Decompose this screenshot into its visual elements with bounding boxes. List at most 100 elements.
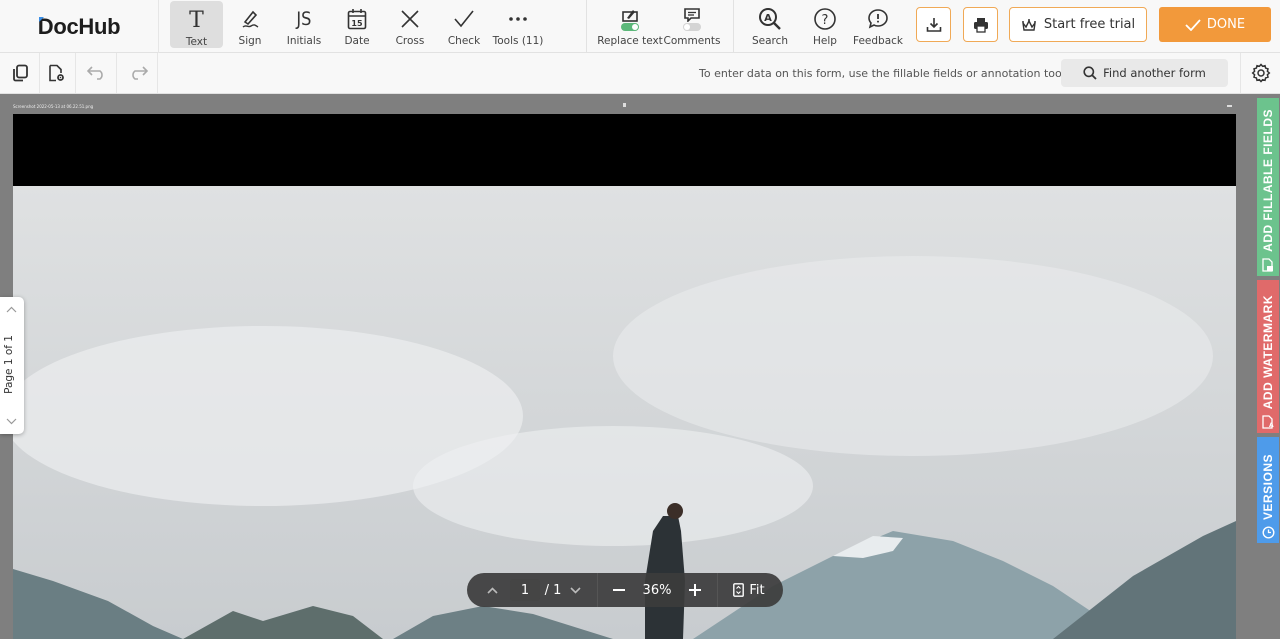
search-button[interactable]: A Search bbox=[750, 0, 790, 53]
tool-label: Feedback bbox=[852, 35, 903, 47]
chevron-down-icon bbox=[569, 586, 581, 594]
black-band bbox=[13, 114, 1236, 186]
find-label: Find another form bbox=[1103, 66, 1206, 80]
zoom-in-button[interactable] bbox=[684, 573, 706, 607]
tool-more[interactable]: Tools (11) bbox=[492, 0, 544, 53]
more-icon bbox=[508, 6, 528, 32]
crown-icon bbox=[1021, 18, 1036, 31]
plus-icon bbox=[689, 584, 701, 596]
redo-icon bbox=[131, 66, 148, 80]
document-settings-button[interactable] bbox=[36, 53, 76, 93]
feedback-button[interactable]: Feedback bbox=[852, 0, 904, 53]
tool-sign[interactable]: Sign bbox=[228, 0, 272, 53]
fit-button[interactable]: Fit bbox=[729, 573, 769, 607]
cross-icon bbox=[400, 6, 420, 32]
tool-label: Search bbox=[751, 35, 789, 47]
redo-button[interactable] bbox=[118, 53, 158, 93]
initials-icon: JS bbox=[295, 6, 313, 32]
page-marker bbox=[623, 103, 626, 107]
toggle-on bbox=[621, 22, 639, 31]
minus-icon bbox=[613, 589, 625, 591]
next-page-button[interactable] bbox=[567, 573, 583, 607]
fit-label: Fit bbox=[749, 582, 765, 598]
watermark-icon: A bbox=[1262, 415, 1274, 429]
find-another-form-button[interactable]: Find another form bbox=[1061, 59, 1228, 87]
tool-label: Check bbox=[447, 35, 481, 47]
zoom-toolbar: 1 / 1 36% Fit bbox=[467, 573, 783, 607]
initials-glyph: JS bbox=[296, 8, 312, 30]
tool-text[interactable]: T Text bbox=[170, 1, 223, 48]
versions-tab[interactable]: VERSIONS bbox=[1257, 437, 1279, 543]
document-filename: Screenshot 2022-05-13 at 06.22.51.png bbox=[13, 104, 94, 109]
download-icon bbox=[926, 17, 941, 32]
help-button[interactable]: ? Help bbox=[806, 0, 844, 53]
secondary-toolbar: To enter data on this form, use the fill… bbox=[0, 53, 1280, 94]
add-watermark-tab[interactable]: ADD WATERMARK A bbox=[1257, 280, 1279, 433]
page-menu-handle[interactable] bbox=[1227, 105, 1232, 107]
tool-label: Help bbox=[813, 35, 837, 47]
fillable-fields-icon bbox=[1262, 258, 1273, 272]
tab-label: ADD WATERMARK bbox=[1261, 294, 1275, 409]
tool-initials[interactable]: JS Initials bbox=[280, 0, 328, 53]
logo-accent-icon bbox=[39, 17, 44, 22]
page-navigator: Page 1 of 1 bbox=[0, 297, 24, 434]
zoom-out-button[interactable] bbox=[608, 573, 630, 607]
logo-text: DocHub bbox=[37, 13, 121, 39]
top-toolbar: DocHub T Text Sign JS Initials 15 Date C… bbox=[0, 0, 1280, 53]
search-icon: A bbox=[758, 6, 782, 32]
check-icon bbox=[453, 6, 475, 32]
dochub-logo[interactable]: DocHub bbox=[0, 0, 159, 53]
start-free-trial-button[interactable]: Start free trial bbox=[1009, 7, 1147, 42]
comments-toggle[interactable]: Comments bbox=[664, 0, 720, 53]
sign-icon bbox=[239, 6, 261, 32]
settings-button[interactable] bbox=[1240, 53, 1280, 93]
mountains-illustration bbox=[13, 186, 1236, 639]
tool-label: Text bbox=[185, 36, 208, 48]
tool-label: Sign bbox=[238, 35, 262, 47]
page-count-label: Page 1 of 1 bbox=[3, 335, 15, 394]
done-button[interactable]: DONE bbox=[1159, 7, 1271, 42]
tab-label: ADD FILLABLE FIELDS bbox=[1261, 109, 1275, 252]
tool-date[interactable]: 15 Date bbox=[337, 0, 377, 53]
gear-icon bbox=[1251, 63, 1270, 83]
feedback-icon bbox=[867, 6, 889, 32]
page-number-input[interactable]: 1 bbox=[510, 573, 540, 607]
fit-page-icon bbox=[733, 583, 745, 597]
done-label: DONE bbox=[1206, 17, 1246, 32]
chevron-up-icon[interactable] bbox=[6, 306, 17, 313]
divider bbox=[586, 0, 587, 53]
replace-text-toggle[interactable]: Replace text bbox=[597, 0, 663, 53]
printer-icon bbox=[973, 17, 988, 33]
svg-text:A: A bbox=[1269, 422, 1274, 429]
replace-text-icon bbox=[621, 6, 639, 32]
pages-button[interactable] bbox=[0, 53, 40, 93]
svg-text:A: A bbox=[764, 13, 772, 24]
tool-label: Replace text bbox=[597, 35, 663, 47]
current-page: 1 bbox=[510, 579, 540, 601]
tool-label: Cross bbox=[395, 35, 425, 47]
comments-icon bbox=[683, 6, 701, 32]
search-icon bbox=[1083, 66, 1097, 80]
zoom-level: 36% bbox=[642, 582, 672, 598]
divider bbox=[733, 0, 734, 53]
svg-text:?: ? bbox=[822, 13, 829, 28]
svg-text:15: 15 bbox=[351, 19, 363, 28]
help-icon: ? bbox=[813, 6, 837, 32]
print-button[interactable] bbox=[963, 7, 998, 42]
prev-page-button[interactable] bbox=[483, 573, 501, 607]
trial-label: Start free trial bbox=[1043, 17, 1136, 32]
divider bbox=[717, 573, 718, 607]
tab-label: VERSIONS bbox=[1261, 453, 1275, 520]
download-button[interactable] bbox=[916, 7, 951, 42]
chevron-up-icon bbox=[486, 586, 498, 594]
document-viewer[interactable]: Screenshot 2022-05-13 at 06.22.51.png bbox=[0, 94, 1256, 639]
tool-check[interactable]: Check bbox=[444, 0, 484, 53]
tool-label: Tools (11) bbox=[492, 35, 544, 47]
document-page[interactable] bbox=[13, 114, 1236, 639]
add-fillable-fields-tab[interactable]: ADD FILLABLE FIELDS bbox=[1257, 98, 1279, 276]
tool-cross[interactable]: Cross bbox=[390, 0, 430, 53]
calendar-icon: 15 bbox=[347, 6, 367, 32]
divider bbox=[597, 573, 598, 607]
undo-button[interactable] bbox=[77, 53, 117, 93]
chevron-down-icon[interactable] bbox=[6, 418, 17, 425]
